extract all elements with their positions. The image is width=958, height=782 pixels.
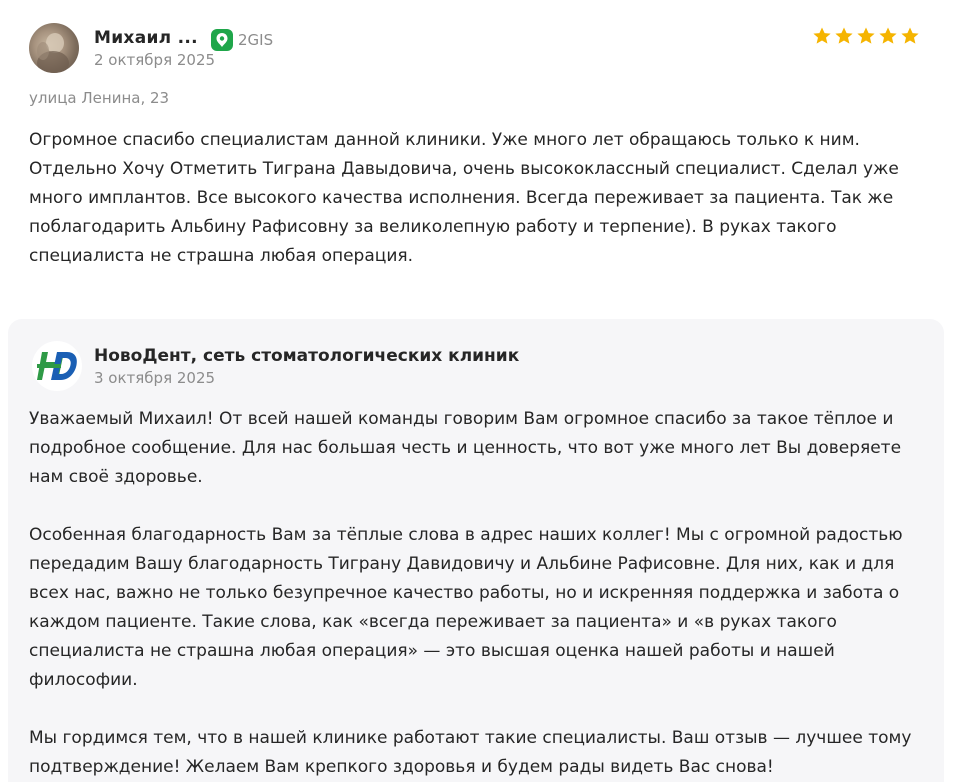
rating-stars: [812, 26, 920, 46]
reply-paragraph: Мы гордимся тем, что в нашей клинике раб…: [29, 728, 912, 777]
2gis-logo-icon: [211, 29, 233, 51]
star-icon: [835, 27, 853, 44]
avatar-photo-icon: [37, 33, 69, 73]
review-card: Михаил ... 2GIS 2 октября 2025 улица Лен…: [0, 0, 958, 782]
reply-paragraph: Особенная благодарность Вам за тёплые сл…: [29, 525, 903, 690]
author-avatar[interactable]: [29, 23, 79, 73]
company-logo: [32, 341, 82, 391]
company-reply: НовоДент, сеть стоматологических клиник …: [8, 319, 944, 782]
reply-text: Уважаемый Михаил! От всей нашей команды …: [29, 405, 919, 782]
reply-paragraph: Уважаемый Михаил! От всей нашей команды …: [29, 409, 902, 487]
review-date: 2 октября 2025: [94, 51, 216, 69]
review-source: 2GIS: [211, 29, 273, 51]
star-icon: [813, 27, 831, 44]
author-name[interactable]: Михаил ...: [94, 28, 198, 48]
novodent-logo-icon: [37, 352, 77, 380]
star-icon: [857, 27, 875, 44]
star-icon: [901, 27, 919, 44]
branch-address[interactable]: улица Ленина, 23: [29, 89, 169, 107]
source-label: 2GIS: [238, 31, 274, 49]
company-name[interactable]: НовоДент, сеть стоматологических клиник: [94, 346, 519, 366]
review-text: Огромное спасибо специалистам данной кли…: [29, 130, 899, 266]
star-icon: [879, 27, 897, 44]
reply-date: 3 октября 2025: [94, 369, 216, 387]
